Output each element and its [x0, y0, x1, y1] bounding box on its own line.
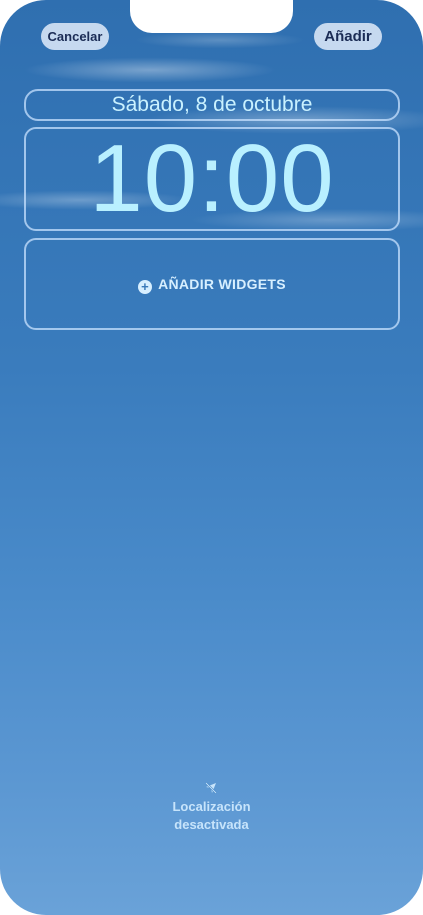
add-widgets-button[interactable]: + AÑADIR WIDGETS: [26, 276, 398, 294]
location-line-2: desactivada: [174, 817, 249, 832]
add-widgets-label: AÑADIR WIDGETS: [158, 276, 286, 292]
date-widget-frame[interactable]: Sábado, 8 de octubre: [24, 89, 400, 121]
date-label: Sábado, 8 de octubre: [111, 93, 313, 116]
plus-circle-icon: +: [138, 280, 153, 294]
add-button[interactable]: Añadir: [314, 23, 382, 50]
location-line-1: Localización: [172, 799, 251, 814]
lock-screen-editor: Cancelar Añadir Sábado, 8 de octubre 10:…: [0, 0, 423, 915]
clock-time: 10:00: [89, 125, 335, 232]
clock-frame[interactable]: 10:00: [24, 125, 400, 232]
add-widgets-area[interactable]: + AÑADIR WIDGETS: [24, 238, 400, 330]
cancel-button[interactable]: Cancelar: [41, 23, 109, 50]
location-slash-icon: [205, 782, 217, 794]
device-notch: [130, 0, 293, 33]
location-status: Localización desactivada: [150, 798, 273, 834]
